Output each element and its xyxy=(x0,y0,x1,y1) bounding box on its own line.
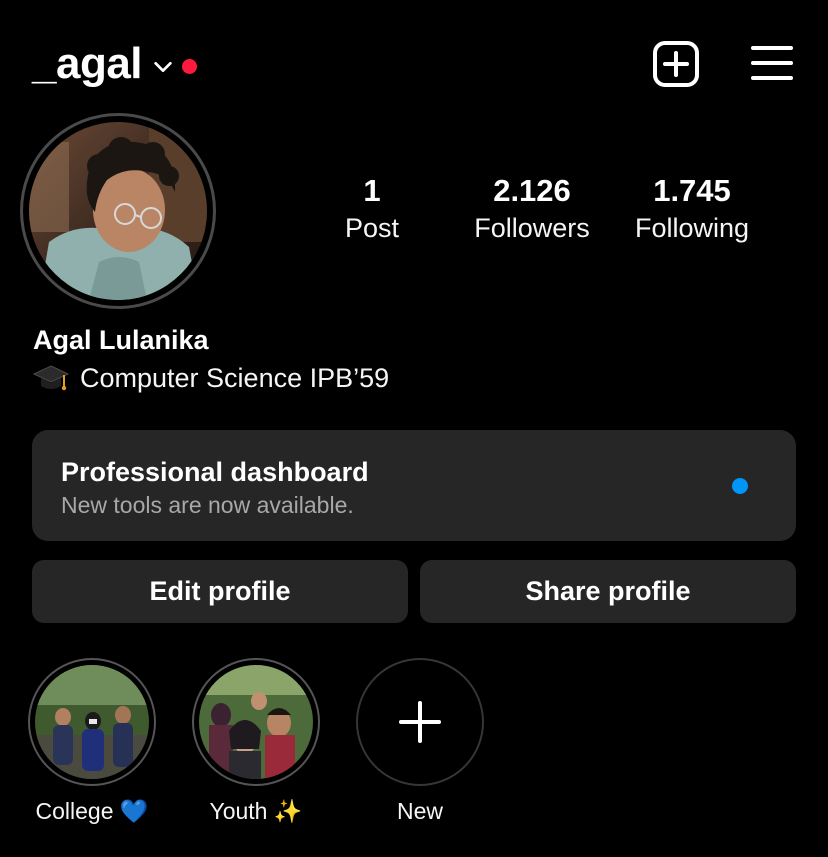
highlight-label-new: New xyxy=(396,798,443,824)
bio-text: Computer Science IPB’59 xyxy=(33,360,389,396)
account-switcher[interactable]: _agal xyxy=(32,38,198,90)
following-count: 1.745 xyxy=(653,173,731,208)
pro-dashboard-title: Professional dashboard xyxy=(61,457,369,487)
highlight-ring xyxy=(192,658,320,786)
story-highlights: College 💙 Youth ✨ New xyxy=(0,658,828,838)
edit-profile-button[interactable]: Edit profile xyxy=(32,560,408,623)
new-indicator-dot xyxy=(732,478,748,494)
following-label: Following xyxy=(634,213,750,243)
stat-followers[interactable]: 2.126 Followers xyxy=(462,172,602,246)
bio-line-text: Computer Science IPB’59 xyxy=(80,363,390,393)
highlight-college[interactable]: College 💙 xyxy=(22,658,162,826)
highlight-cover-youth xyxy=(199,665,313,779)
professional-dashboard-card[interactable]: Professional dashboard New tools are now… xyxy=(32,430,796,541)
highlight-ring xyxy=(28,658,156,786)
followers-label: Followers xyxy=(474,213,590,243)
notification-dot xyxy=(182,58,198,74)
stat-following[interactable]: 1.745 Following xyxy=(622,172,762,246)
share-profile-button[interactable]: Share profile xyxy=(420,560,796,623)
graduation-cap-icon xyxy=(33,365,69,391)
display-name: Agal Lulanika xyxy=(33,325,209,355)
highlight-ring xyxy=(356,658,484,786)
followers-count: 2.126 xyxy=(493,173,571,208)
highlight-cover-college xyxy=(35,665,149,779)
pro-dashboard-subtitle: New tools are now available. xyxy=(61,492,354,518)
hamburger-menu-icon[interactable] xyxy=(750,42,794,86)
profile-stats: 1 Post 2.126 Followers 1.745 Following xyxy=(292,172,772,252)
stat-posts[interactable]: 1 Post xyxy=(322,172,422,246)
chevron-down-icon xyxy=(154,61,172,73)
highlight-new[interactable]: New xyxy=(350,658,490,826)
plus-icon xyxy=(399,701,441,743)
profile-header: _agal xyxy=(0,0,828,120)
avatar-photo xyxy=(29,122,207,300)
profile-avatar[interactable] xyxy=(20,113,216,309)
highlight-label-youth: Youth ✨ xyxy=(209,798,303,824)
posts-count: 1 xyxy=(363,173,381,208)
username: _agal xyxy=(32,39,143,88)
create-post-icon[interactable] xyxy=(652,40,700,88)
highlight-label-college: College 💙 xyxy=(35,798,149,824)
posts-label: Post xyxy=(344,213,400,243)
highlight-youth[interactable]: Youth ✨ xyxy=(186,658,326,826)
